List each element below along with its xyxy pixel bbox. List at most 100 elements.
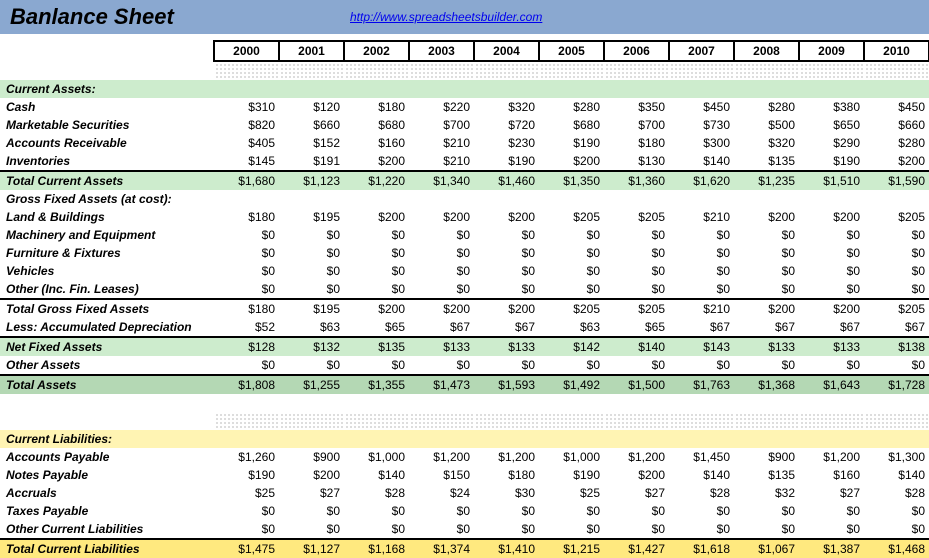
cell: $1,427 (604, 539, 669, 558)
table-row: Total Assets$1,808$1,255$1,355$1,473$1,5… (0, 375, 929, 394)
cell: $210 (409, 152, 474, 171)
row-label: Current Liabilities: (0, 430, 214, 448)
row-label: Land & Buildings (0, 208, 214, 226)
cell: $0 (799, 356, 864, 375)
row-label: Vehicles (0, 262, 214, 280)
table-row: Less: Accumulated Depreciation$52$63$65$… (0, 318, 929, 337)
cell: $1,460 (474, 171, 539, 190)
builder-link[interactable]: http://www.spreadsheetsbuilder.com (350, 10, 542, 24)
cell: $300 (669, 134, 734, 152)
cell: $160 (799, 466, 864, 484)
table-row: Current Assets: (0, 80, 929, 98)
cell: $28 (344, 484, 409, 502)
cell: $1,067 (734, 539, 799, 558)
cell: $0 (799, 226, 864, 244)
table-row: Gross Fixed Assets (at cost): (0, 190, 929, 208)
cell: $0 (279, 280, 344, 299)
year-header: 2001 (279, 41, 344, 61)
cell: $280 (864, 134, 929, 152)
cell: $1,260 (214, 448, 279, 466)
cell: $450 (669, 98, 734, 116)
cell: $200 (409, 208, 474, 226)
cell: $0 (734, 502, 799, 520)
cell: $135 (734, 152, 799, 171)
cell: $0 (539, 520, 604, 539)
balance-sheet-table: 2000200120022003200420052006200720082009… (0, 34, 929, 558)
cell: $0 (214, 280, 279, 299)
cell: $32 (734, 484, 799, 502)
cell: $27 (799, 484, 864, 502)
cell: $1,643 (799, 375, 864, 394)
year-header: 2003 (409, 41, 474, 61)
cell: $230 (474, 134, 539, 152)
table-row: Notes Payable$190$200$140$150$180$190$20… (0, 466, 929, 484)
cell: $0 (344, 244, 409, 262)
cell: $1,360 (604, 171, 669, 190)
cell: $720 (474, 116, 539, 134)
cell: $1,127 (279, 539, 344, 558)
cell: $1,618 (669, 539, 734, 558)
cell: $0 (279, 262, 344, 280)
cell: $0 (734, 262, 799, 280)
cell: $0 (474, 262, 539, 280)
row-label: Accruals (0, 484, 214, 502)
cell: $450 (864, 98, 929, 116)
cell: $190 (539, 466, 604, 484)
row-label: Current Assets: (0, 80, 214, 98)
cell: $65 (344, 318, 409, 337)
cell: $1,728 (864, 375, 929, 394)
header: Banlance Sheet http://www.spreadsheetsbu… (0, 0, 929, 34)
cell: $1,620 (669, 171, 734, 190)
cell: $200 (344, 299, 409, 318)
cell: $190 (214, 466, 279, 484)
table-row (0, 394, 929, 412)
cell: $0 (734, 280, 799, 299)
row-label: Taxes Payable (0, 502, 214, 520)
cell: $1,255 (279, 375, 344, 394)
table-row: Furniture & Fixtures$0$0$0$0$0$0$0$0$0$0… (0, 244, 929, 262)
row-label: Net Fixed Assets (0, 337, 214, 356)
cell: $0 (409, 280, 474, 299)
cell: $1,000 (344, 448, 409, 466)
cell: $0 (214, 262, 279, 280)
cell: $0 (799, 502, 864, 520)
cell: $650 (799, 116, 864, 134)
cell: $1,468 (864, 539, 929, 558)
cell: $0 (669, 226, 734, 244)
cell: $0 (669, 262, 734, 280)
cell: $128 (214, 337, 279, 356)
year-header: 2007 (669, 41, 734, 61)
row-label: Gross Fixed Assets (at cost): (0, 190, 214, 208)
cell: $680 (539, 116, 604, 134)
table-row: Current Liabilities: (0, 430, 929, 448)
cell: $0 (214, 244, 279, 262)
cell: $200 (344, 208, 409, 226)
cell: $0 (604, 520, 669, 539)
cell: $1,387 (799, 539, 864, 558)
cell: $0 (344, 280, 409, 299)
cell: $0 (214, 502, 279, 520)
cell: $0 (409, 502, 474, 520)
table-row: Cash$310$120$180$220$320$280$350$450$280… (0, 98, 929, 116)
cell: $63 (539, 318, 604, 337)
cell: $180 (214, 208, 279, 226)
cell: $0 (409, 262, 474, 280)
cell: $320 (734, 134, 799, 152)
cell: $0 (279, 502, 344, 520)
cell: $0 (669, 502, 734, 520)
cell: $1,235 (734, 171, 799, 190)
cell: $680 (344, 116, 409, 134)
cell: $0 (734, 356, 799, 375)
cell: $0 (279, 226, 344, 244)
cell: $205 (604, 299, 669, 318)
table-row: Total Gross Fixed Assets$180$195$200$200… (0, 299, 929, 318)
cell: $0 (344, 226, 409, 244)
cell: $0 (669, 244, 734, 262)
cell: $30 (474, 484, 539, 502)
cell: $1,350 (539, 171, 604, 190)
cell: $1,374 (409, 539, 474, 558)
cell: $67 (474, 318, 539, 337)
cell: $0 (864, 502, 929, 520)
cell: $142 (539, 337, 604, 356)
cell: $0 (279, 244, 344, 262)
